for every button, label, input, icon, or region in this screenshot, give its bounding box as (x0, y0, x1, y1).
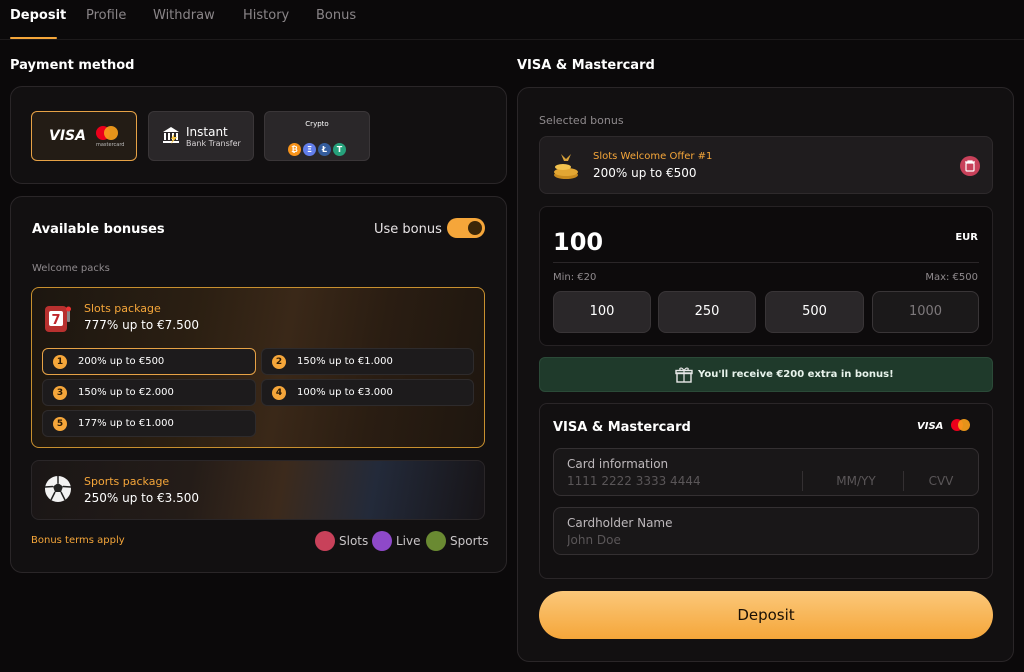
option-text: 100% up to €3.000 (297, 387, 393, 398)
selected-bonus-label: Selected bonus (539, 114, 624, 127)
ethereum-icon: Ξ (303, 143, 316, 156)
remove-bonus-button[interactable] (960, 156, 980, 176)
right-heading: VISA & Mastercard (517, 58, 655, 73)
tab-withdraw[interactable]: Withdraw (153, 8, 215, 23)
card-information-label: Card information (567, 457, 669, 471)
option-text: 177% up to €1.000 (78, 418, 174, 429)
option-number: 2 (272, 355, 286, 369)
cvv-input[interactable] (906, 472, 976, 490)
card-number-input[interactable] (567, 472, 797, 490)
option-number: 3 (53, 386, 67, 400)
sports-package-offer: 250% up to €3.500 (84, 491, 200, 505)
gift-icon (675, 367, 693, 383)
filter-label: Live (396, 534, 421, 548)
card-form-title: VISA & Mastercard (553, 420, 691, 435)
use-bonus-toggle[interactable] (447, 218, 485, 238)
preset-100[interactable]: 100 (553, 291, 651, 333)
bonus-option-4[interactable]: 4 100% up to €3.000 (261, 379, 474, 406)
preset-500[interactable]: 500 (765, 291, 864, 333)
visa-logo-small: VISA (917, 421, 944, 432)
slots-package-offer: 777% up to €7.500 (84, 318, 200, 332)
cardholder-name-label: Cardholder Name (567, 516, 673, 530)
toggle-knob (468, 221, 482, 235)
extra-bonus-banner: You'll receive €200 extra in bonus! (539, 357, 993, 392)
field-separator (903, 471, 904, 491)
payment-method-heading: Payment method (10, 58, 135, 73)
bonus-terms-link[interactable]: Bonus terms apply (31, 535, 125, 546)
mastercard-icon (96, 126, 118, 140)
field-separator (802, 471, 803, 491)
coins-icon (554, 154, 578, 179)
bonus-option-1[interactable]: 1 200% up to €500 (42, 348, 256, 375)
cardholder-name-input[interactable] (567, 531, 967, 549)
filter-label: Sports (450, 534, 489, 548)
option-text: 150% up to €2.000 (78, 387, 174, 398)
active-tab-indicator (10, 37, 57, 39)
max-amount: Max: €500 (925, 272, 978, 283)
filter-label: Slots (339, 534, 369, 548)
option-number: 4 (272, 386, 286, 400)
sports-package-title: Sports package (84, 475, 170, 488)
litecoin-icon: Ł (318, 143, 331, 156)
slot-machine-icon: 7 (45, 306, 71, 332)
crypto-label: Crypto (305, 120, 329, 128)
option-number: 1 (53, 355, 67, 369)
payment-methods-card: VISA mastercard Instant Bank Transfer Cr… (10, 86, 507, 184)
method-crypto[interactable]: Crypto ₿ Ξ Ł T (264, 111, 370, 161)
instant-label: Instant (186, 125, 228, 139)
selected-bonus-card: Slots Welcome Offer #1 200% up to €500 (539, 136, 993, 194)
svg-text:7: 7 (51, 313, 60, 328)
selected-bonus-title: Slots Welcome Offer #1 (593, 151, 713, 162)
sports-package-card[interactable]: Sports package 250% up to €3.500 (31, 460, 485, 520)
mastercard-wordmark: mastercard (96, 142, 125, 148)
card-information-field: Card information (553, 448, 979, 496)
bank-icon (163, 127, 179, 144)
slots-package-title: Slots package (84, 302, 161, 315)
tab-bar: Deposit Profile Withdraw History Bonus (0, 0, 1024, 40)
use-bonus-label: Use bonus (374, 222, 442, 237)
tab-profile[interactable]: Profile (86, 8, 126, 23)
deposit-button[interactable]: Deposit (539, 591, 993, 639)
live-icon (372, 531, 392, 551)
welcome-packs-label: Welcome packs (32, 263, 110, 274)
tether-icon: T (333, 143, 346, 156)
currency-label: EUR (955, 232, 978, 243)
visa-logo: VISA (49, 128, 86, 144)
bonus-option-2[interactable]: 2 150% up to €1.000 (261, 348, 474, 375)
method-visa-mastercard[interactable]: VISA mastercard (31, 111, 137, 161)
tab-history[interactable]: History (243, 8, 289, 23)
bonus-option-3[interactable]: 3 150% up to €2.000 (42, 379, 256, 406)
option-number: 5 (53, 417, 67, 431)
selected-bonus-offer: 200% up to €500 (593, 166, 697, 180)
option-text: 200% up to €500 (78, 356, 165, 367)
preset-1000[interactable]: 1000 (872, 291, 979, 333)
trash-icon (965, 160, 975, 172)
available-bonuses-heading: Available bonuses (32, 222, 165, 237)
bonus-option-5[interactable]: 5 177% up to €1.000 (42, 410, 256, 437)
crypto-coins: ₿ Ξ Ł T (265, 137, 369, 156)
extra-bonus-text: You'll receive €200 extra in bonus! (698, 369, 894, 380)
soccer-ball-icon (44, 476, 72, 502)
cardholder-name-field: Cardholder Name (553, 507, 979, 555)
amount-divider (553, 262, 979, 263)
slots-icon (315, 531, 335, 551)
mastercard-icon-small (951, 419, 971, 433)
min-amount: Min: €20 (553, 272, 597, 283)
amount-input[interactable] (553, 227, 853, 257)
bitcoin-icon: ₿ (288, 143, 301, 156)
tab-deposit[interactable]: Deposit (10, 8, 66, 23)
option-text: 150% up to €1.000 (297, 356, 393, 367)
bank-transfer-label: Bank Transfer (186, 139, 241, 148)
tab-bonus[interactable]: Bonus (316, 8, 356, 23)
method-instant-bank[interactable]: Instant Bank Transfer (148, 111, 254, 161)
expiry-input[interactable] (812, 472, 900, 490)
preset-250[interactable]: 250 (658, 291, 756, 333)
sports-icon (426, 531, 446, 551)
